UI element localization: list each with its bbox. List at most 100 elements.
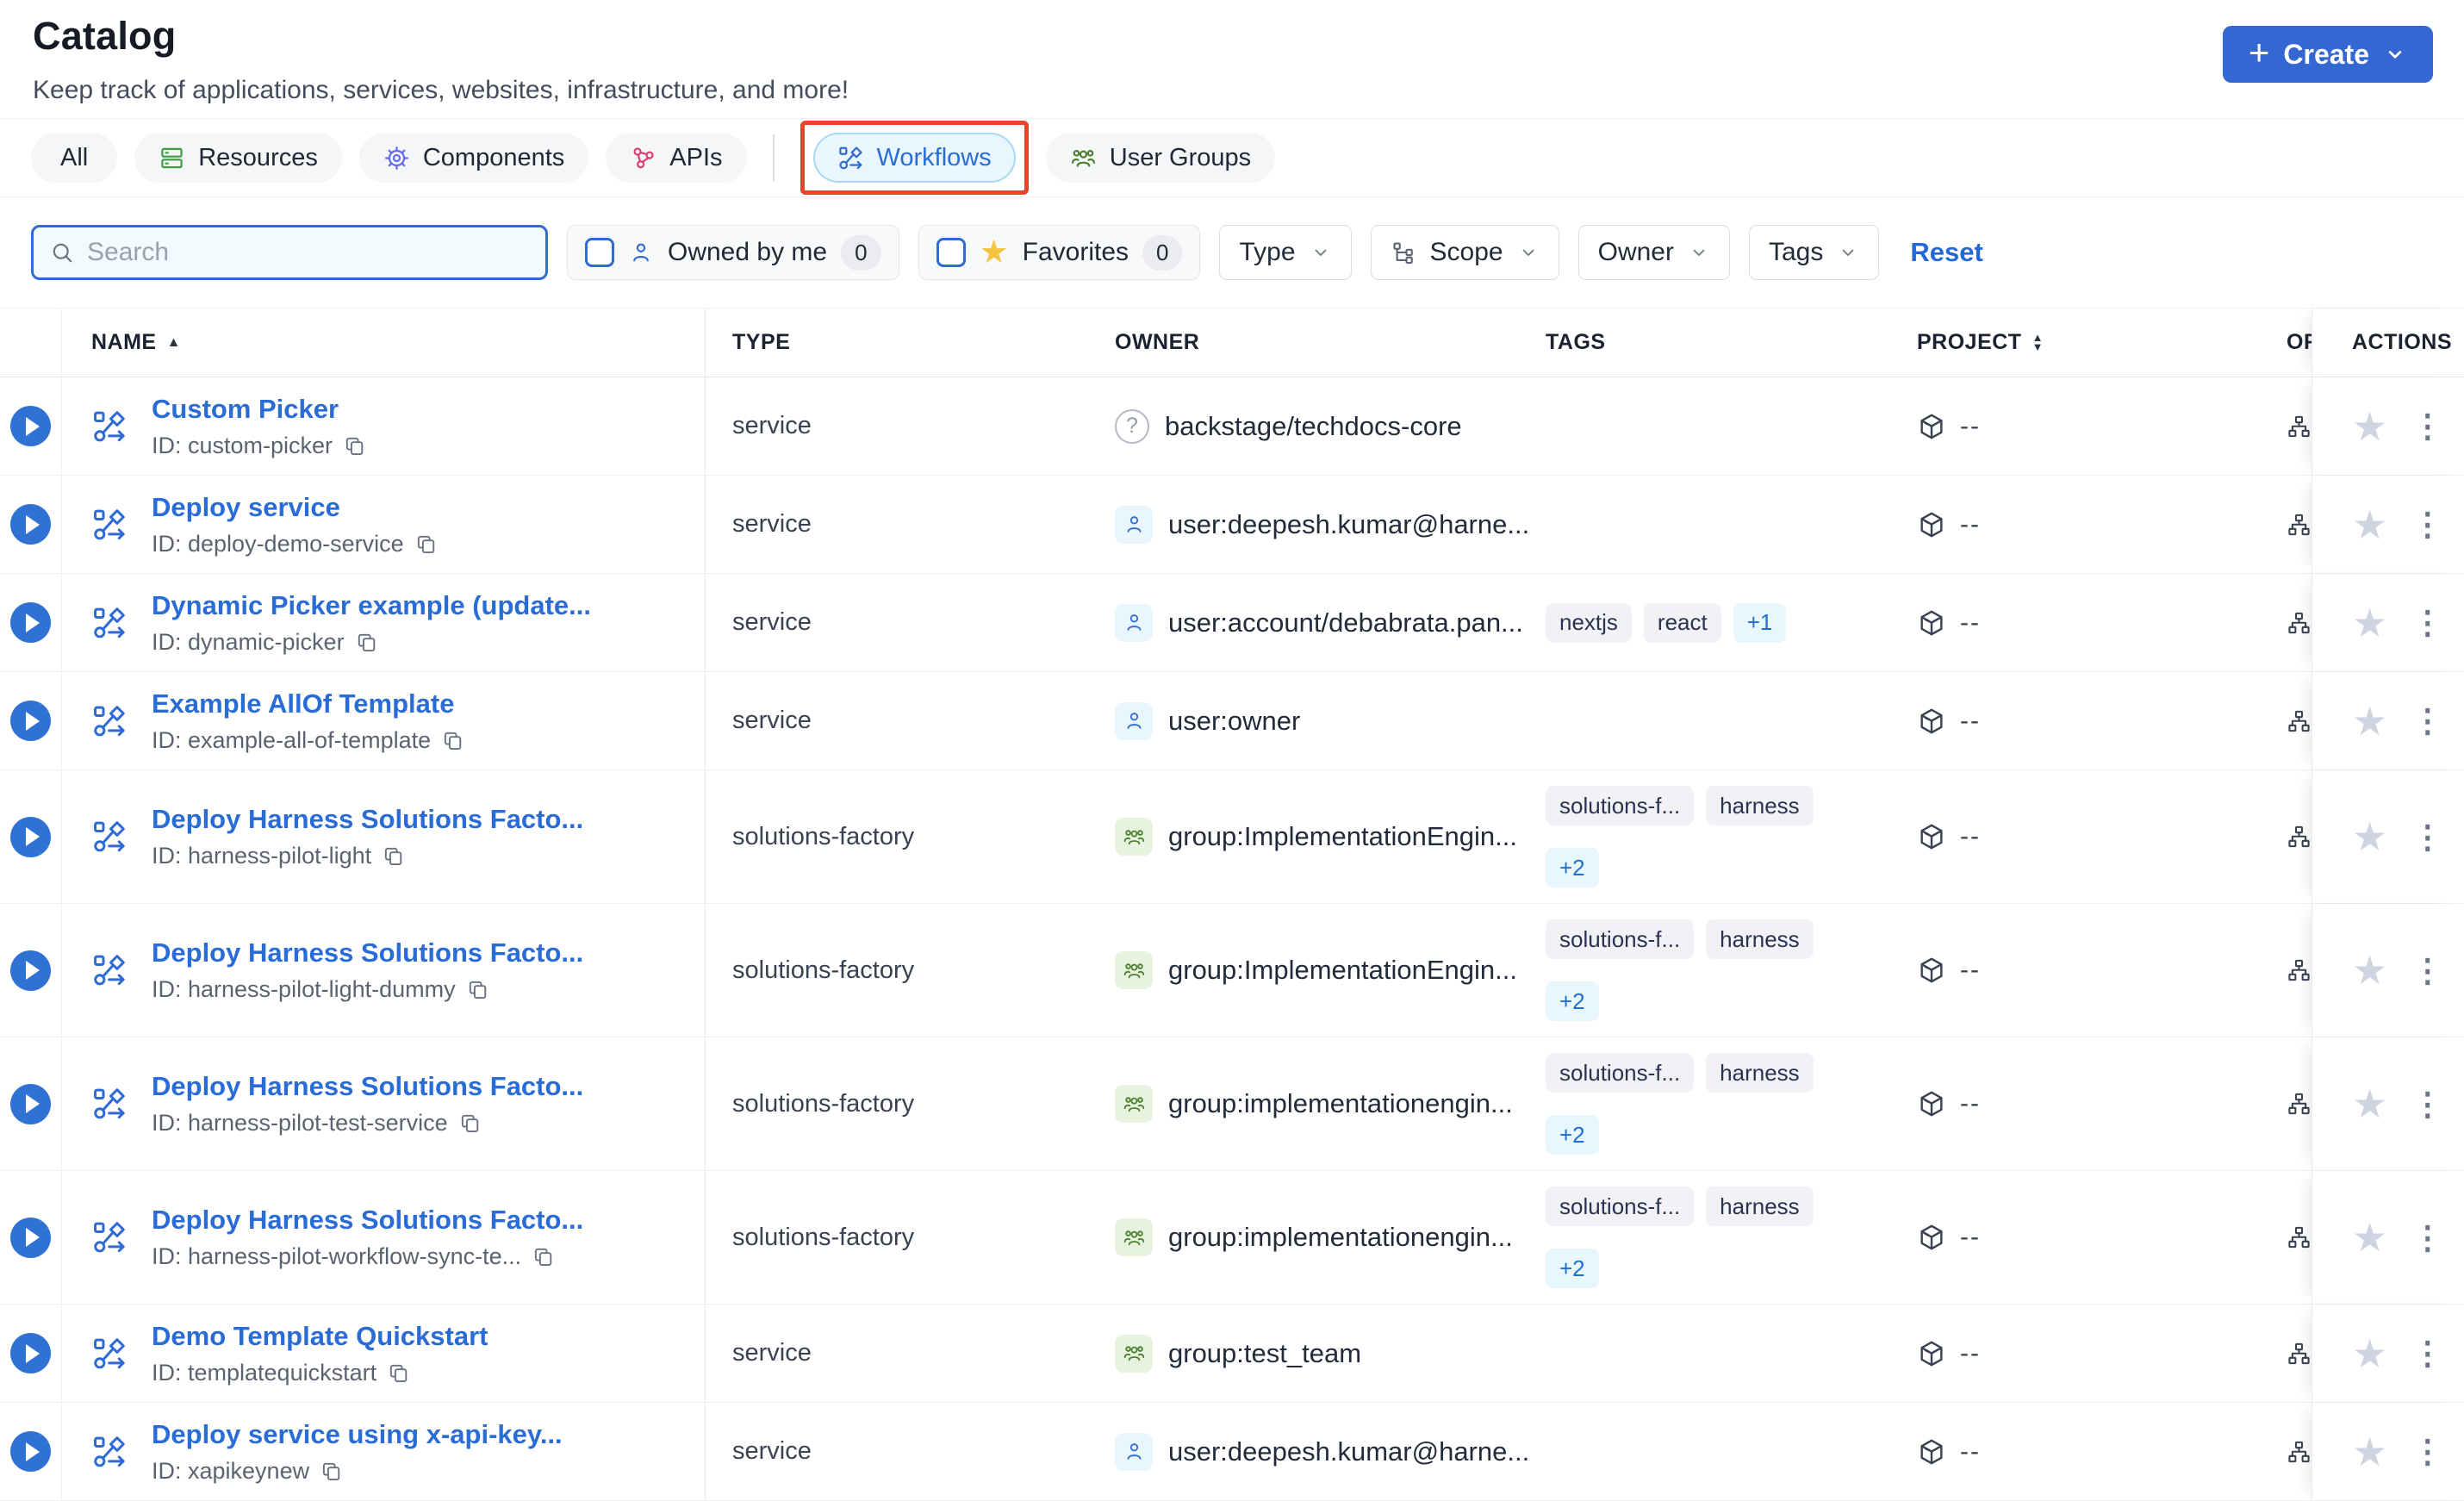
sitemap-icon[interactable]	[2287, 1437, 2312, 1467]
tag-more-badge[interactable]: +2	[1546, 848, 1599, 888]
run-workflow-button[interactable]	[10, 950, 51, 991]
tag-more-badge[interactable]: +1	[1733, 602, 1787, 643]
tag-badge[interactable]: react	[1643, 602, 1721, 643]
table-body: Custom Picker ID: custom-picker service …	[0, 377, 2464, 1501]
run-workflow-button[interactable]	[10, 406, 51, 446]
kebab-menu-icon[interactable]: ⋮	[2411, 607, 2443, 638]
favorite-star-icon[interactable]: ★	[2352, 1432, 2387, 1472]
kebab-menu-icon[interactable]: ⋮	[2411, 508, 2443, 540]
copy-icon[interactable]	[355, 631, 378, 654]
run-workflow-button[interactable]	[10, 701, 51, 741]
copy-icon[interactable]	[414, 533, 438, 556]
run-workflow-button[interactable]	[10, 816, 51, 857]
run-workflow-button[interactable]	[10, 1333, 51, 1373]
tag-badge[interactable]: harness	[1706, 786, 1814, 825]
type-dropdown[interactable]: Type	[1219, 225, 1352, 280]
kebab-menu-icon[interactable]: ⋮	[2411, 1337, 2443, 1369]
entity-id: ID: deploy-demo-service	[152, 530, 404, 557]
sitemap-icon[interactable]	[2287, 822, 2312, 851]
tab-workflows[interactable]: Workflows	[812, 133, 1016, 183]
tab-apis[interactable]: APIs	[606, 133, 747, 183]
entity-name-link[interactable]: Deploy service	[152, 492, 438, 523]
table-row: Deploy Harness Solutions Facto... ID: ha…	[0, 1171, 2464, 1305]
favorite-star-icon[interactable]: ★	[2352, 701, 2387, 741]
entity-name-link[interactable]: Dynamic Picker example (update...	[152, 590, 591, 621]
copy-icon[interactable]	[320, 1460, 343, 1483]
copy-icon[interactable]	[343, 434, 366, 458]
entity-name-link[interactable]: Custom Picker	[152, 394, 366, 425]
kebab-menu-icon[interactable]: ⋮	[2411, 1222, 2443, 1254]
favorite-star-icon[interactable]: ★	[2352, 1218, 2387, 1257]
favorite-star-icon[interactable]: ★	[2352, 817, 2387, 856]
kebab-menu-icon[interactable]: ⋮	[2411, 821, 2443, 853]
run-workflow-button[interactable]	[10, 1083, 51, 1124]
owner-dropdown[interactable]: Owner	[1577, 225, 1730, 280]
copy-icon[interactable]	[466, 978, 489, 1001]
tab-all[interactable]: All	[31, 133, 118, 183]
kebab-menu-icon[interactable]: ⋮	[2411, 1088, 2443, 1120]
sitemap-icon[interactable]	[2287, 707, 2312, 736]
column-header-project[interactable]: PROJECT ▲ ▼	[1882, 308, 2266, 377]
sitemap-icon[interactable]	[2287, 412, 2312, 441]
tag-badge[interactable]: solutions-f...	[1546, 786, 1695, 825]
kebab-menu-icon[interactable]: ⋮	[2411, 705, 2443, 737]
kebab-menu-icon[interactable]: ⋮	[2411, 1436, 2443, 1467]
tab-resources[interactable]: Resources	[134, 133, 342, 183]
tag-more-badge[interactable]: +2	[1546, 1115, 1599, 1155]
sitemap-icon[interactable]	[2287, 956, 2312, 985]
search-input[interactable]	[87, 238, 530, 267]
favorites-filter[interactable]: ★ Favorites 0	[918, 225, 1201, 280]
tag-more-badge[interactable]: +2	[1546, 981, 1599, 1021]
run-workflow-button[interactable]	[10, 1431, 51, 1472]
run-workflow-button[interactable]	[10, 504, 51, 545]
entity-name-link[interactable]: Deploy Harness Solutions Facto...	[152, 1071, 583, 1102]
run-workflow-button[interactable]	[10, 602, 51, 643]
tags-dropdown[interactable]: Tags	[1748, 225, 1880, 280]
tag-badge[interactable]: solutions-f...	[1546, 1053, 1695, 1093]
reset-button[interactable]: Reset	[1910, 237, 1982, 268]
copy-icon[interactable]	[532, 1245, 555, 1268]
favorite-star-icon[interactable]: ★	[2352, 1334, 2387, 1373]
owned-by-me-filter[interactable]: Owned by me 0	[567, 225, 899, 280]
owned-by-me-checkbox[interactable]	[585, 238, 614, 267]
tag-badge[interactable]: harness	[1706, 1186, 1814, 1226]
favorite-star-icon[interactable]: ★	[2352, 950, 2387, 990]
entity-name-link[interactable]: Deploy Harness Solutions Facto...	[152, 804, 583, 835]
tab-components[interactable]: Components	[358, 133, 589, 183]
copy-icon[interactable]	[382, 844, 405, 868]
tag-badge[interactable]: harness	[1706, 919, 1814, 959]
entity-name-link[interactable]: Demo Template Quickstart	[152, 1321, 488, 1352]
run-workflow-button[interactable]	[10, 1217, 51, 1258]
sitemap-icon[interactable]	[2287, 1089, 2312, 1118]
copy-icon[interactable]	[387, 1361, 410, 1385]
favorite-star-icon[interactable]: ★	[2352, 407, 2387, 446]
scope-dropdown[interactable]: Scope	[1370, 225, 1559, 280]
entity-name-link[interactable]: Deploy service using x-api-key...	[152, 1419, 563, 1450]
sitemap-icon[interactable]	[2287, 608, 2312, 638]
favorite-star-icon[interactable]: ★	[2352, 505, 2387, 545]
tag-badge[interactable]: harness	[1706, 1053, 1814, 1093]
tags-cell	[1534, 1305, 1882, 1402]
search-icon	[49, 240, 75, 265]
tag-badge[interactable]: nextjs	[1546, 602, 1632, 643]
tag-badge[interactable]: solutions-f...	[1546, 919, 1695, 959]
entity-name-link[interactable]: Example AllOf Template	[152, 688, 464, 719]
sitemap-icon[interactable]	[2287, 1339, 2312, 1368]
favorite-star-icon[interactable]: ★	[2352, 1084, 2387, 1124]
tag-badge[interactable]: solutions-f...	[1546, 1186, 1695, 1226]
sitemap-icon[interactable]	[2287, 1223, 2312, 1252]
kebab-menu-icon[interactable]: ⋮	[2411, 955, 2443, 987]
copy-icon[interactable]	[441, 729, 464, 752]
sitemap-icon[interactable]	[2287, 510, 2312, 539]
tag-more-badge[interactable]: +2	[1546, 1249, 1599, 1288]
favorites-checkbox[interactable]	[936, 238, 966, 267]
entity-name-link[interactable]: Deploy Harness Solutions Facto...	[152, 1205, 583, 1236]
create-button[interactable]: + Create	[2222, 26, 2433, 83]
tab-user-groups[interactable]: User Groups	[1045, 133, 1276, 183]
tab-components-label: Components	[422, 143, 565, 171]
copy-icon[interactable]	[458, 1112, 482, 1135]
column-header-name[interactable]: NAME ▲	[62, 308, 706, 377]
favorite-star-icon[interactable]: ★	[2352, 603, 2387, 643]
kebab-menu-icon[interactable]: ⋮	[2411, 410, 2443, 442]
entity-name-link[interactable]: Deploy Harness Solutions Facto...	[152, 937, 583, 968]
